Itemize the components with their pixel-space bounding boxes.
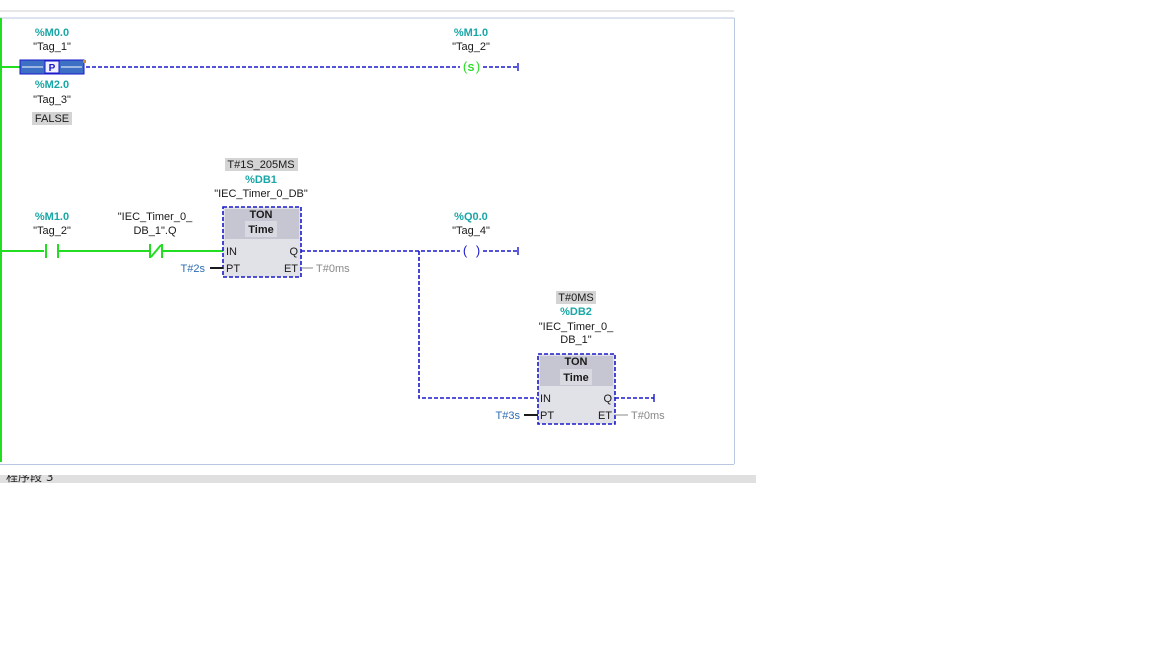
network-1: P %M0.0 "Tag_1" %M2.0 "Tag_3" FALSE ( S … xyxy=(1,27,519,125)
contact-no-address[interactable]: %M1.0 xyxy=(35,211,69,223)
timer1-et-value[interactable]: T#0ms xyxy=(316,263,350,275)
set-coil-tag[interactable]: "Tag_2" xyxy=(452,41,490,53)
set-coil-address[interactable]: %M1.0 xyxy=(454,27,488,39)
timer2-unit: Time xyxy=(563,372,588,384)
timer2-pin-pt: PT xyxy=(540,410,554,422)
edge-memory-tag[interactable]: "Tag_3" xyxy=(33,94,71,106)
timer2-instance-name-line1[interactable]: "IEC_Timer_0_ xyxy=(539,321,614,333)
output-coil-tag[interactable]: "Tag_4" xyxy=(452,225,490,237)
timer1-preset-display: T#1S_205MS xyxy=(227,159,294,171)
svg-text:): ) xyxy=(476,243,480,258)
timer2-pt-value[interactable]: T#3s xyxy=(496,410,521,422)
normally-closed-contact[interactable] xyxy=(149,244,163,258)
normally-open-contact[interactable] xyxy=(45,244,59,258)
contact-nc-tag-line1[interactable]: "IEC_Timer_0_ xyxy=(118,211,193,223)
network-title: 程序段 3 xyxy=(6,475,54,483)
timer1-instance-name[interactable]: "IEC_Timer_0_DB" xyxy=(214,188,308,200)
positive-edge-contact[interactable]: P xyxy=(19,59,86,75)
timer2-pin-et: ET xyxy=(598,410,612,422)
timer2-pin-in: IN xyxy=(540,393,551,405)
contact-p-symbol: P xyxy=(49,63,56,74)
timer2-et-value[interactable]: T#0ms xyxy=(631,410,665,422)
edge-memory-address[interactable]: %M2.0 xyxy=(35,79,69,91)
output-coil-address[interactable]: %Q0.0 xyxy=(454,211,488,223)
timer2-instance-name-line2[interactable]: DB_1" xyxy=(560,334,592,346)
timer1-type: TON xyxy=(249,209,272,221)
timer1-pt-value[interactable]: T#2s xyxy=(181,263,206,275)
timer2-type: TON xyxy=(564,356,587,368)
set-coil-symbol: S xyxy=(468,63,475,74)
timer1-unit: Time xyxy=(248,224,273,236)
branch-wire xyxy=(418,251,537,399)
timer1-instance-db[interactable]: %DB1 xyxy=(245,174,277,186)
timer1-pin-q: Q xyxy=(289,246,298,258)
edge-state-value: FALSE xyxy=(35,113,69,125)
svg-text:): ) xyxy=(476,59,480,74)
network-2: %M1.0 "Tag_2" "IEC_Timer_0_ DB_1".Q T#1S… xyxy=(1,158,665,425)
timer1-block[interactable]: TON Time IN PT Q ET xyxy=(222,206,302,278)
contact-p-address[interactable]: %M0.0 xyxy=(35,27,69,39)
network-header-bar[interactable]: 程序段 3 xyxy=(0,475,756,483)
timer2-preset-display: T#0MS xyxy=(558,292,593,304)
timer1-pin-in: IN xyxy=(226,246,237,258)
timer1-pin-pt: PT xyxy=(226,263,240,275)
timer2-block[interactable]: TON Time IN PT Q ET xyxy=(537,353,616,425)
timer2-pin-q: Q xyxy=(603,393,612,405)
output-coil[interactable]: ( ) xyxy=(463,243,480,258)
contact-nc-tag-line2[interactable]: DB_1".Q xyxy=(133,225,176,237)
contact-no-tag[interactable]: "Tag_2" xyxy=(33,225,71,237)
ladder-diagram: P %M0.0 "Tag_1" %M2.0 "Tag_3" FALSE ( S … xyxy=(0,10,735,465)
timer2-instance-db[interactable]: %DB2 xyxy=(560,306,592,318)
timer1-pin-et: ET xyxy=(284,263,298,275)
svg-text:(: ( xyxy=(463,243,468,258)
set-coil[interactable]: ( S ) xyxy=(463,59,480,74)
contact-p-tag[interactable]: "Tag_1" xyxy=(33,41,71,53)
